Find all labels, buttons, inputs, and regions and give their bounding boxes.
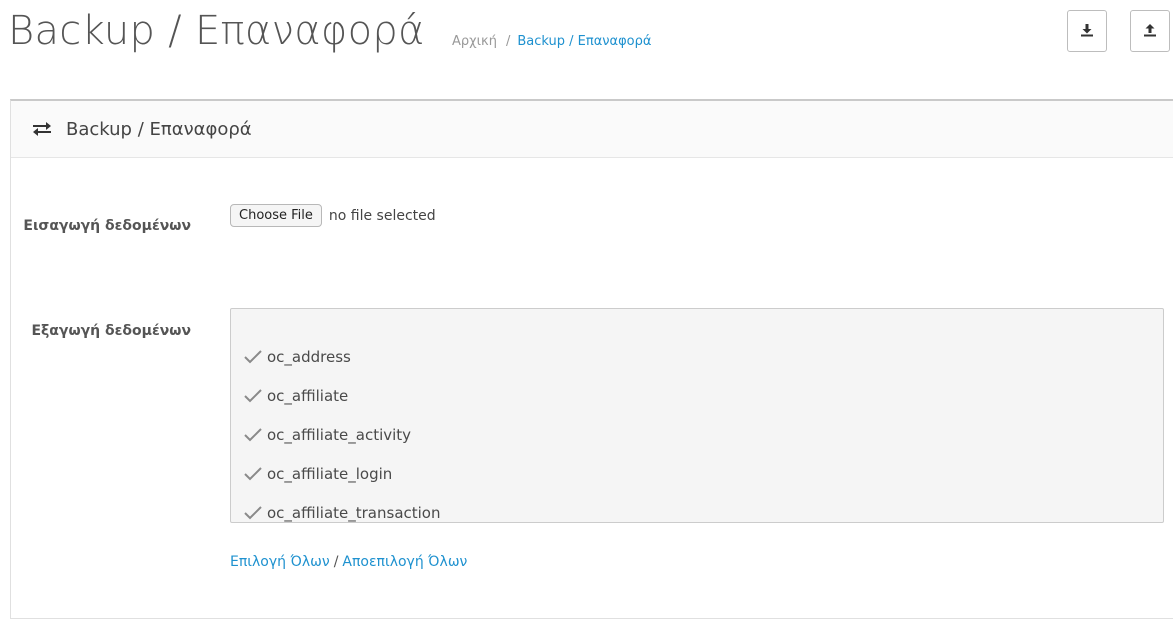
select-links: Επιλογή Όλων / Αποεπιλογή Όλων [230, 554, 467, 570]
import-button[interactable] [1130, 10, 1170, 52]
page-header: Backup / Επαναφορά Αρχική / Backup / Επανα… [0, 0, 1173, 80]
select-all-link[interactable]: Επιλογή Όλων [230, 554, 330, 570]
export-tables-list[interactable]: oc_address oc_affiliate oc_affiliate_act… [230, 308, 1164, 523]
export-item-label: oc_address [267, 347, 351, 366]
export-item-oc-affiliate-login[interactable]: oc_affiliate_login [244, 454, 1163, 493]
choose-file-button[interactable]: Choose File [230, 204, 322, 227]
export-item-oc-affiliate[interactable]: oc_affiliate [244, 376, 1163, 415]
unselect-all-link[interactable]: Αποεπιλογή Όλων [342, 554, 467, 570]
backup-panel: Backup / Επαναφορά Εισαγωγή δεδομένων Ch… [10, 99, 1173, 619]
export-item-oc-address[interactable]: oc_address [244, 337, 1163, 376]
import-data-label: Εισαγωγή δεδομένων [23, 218, 191, 234]
export-data-label: Εξαγωγή δεδομένων [31, 323, 191, 339]
file-status-text: no file selected [328, 207, 436, 224]
upload-icon [1143, 22, 1157, 41]
export-item-label: oc_affiliate [267, 386, 349, 405]
checkmark-icon[interactable] [244, 388, 266, 403]
checkmark-icon[interactable] [244, 505, 266, 520]
breadcrumb-home-link[interactable]: Αρχική [452, 34, 497, 49]
checkmark-icon[interactable] [244, 427, 266, 442]
export-item-label: oc_affiliate_login [267, 464, 393, 483]
breadcrumb-separator: / [505, 34, 511, 49]
export-item-label: oc_affiliate_activity [267, 425, 412, 444]
checkmark-icon[interactable] [244, 349, 266, 364]
export-button[interactable] [1067, 10, 1107, 52]
links-separator: / [333, 554, 339, 570]
page-title: Backup / Επαναφορά [8, 8, 425, 54]
export-item-oc-affiliate-activity[interactable]: oc_affiliate_activity [244, 415, 1163, 454]
checkmark-icon[interactable] [244, 466, 266, 481]
panel-heading: Backup / Επαναφορά [11, 101, 1173, 158]
export-item-oc-affiliate-transaction[interactable]: oc_affiliate_transaction [244, 493, 1163, 522]
breadcrumb: Αρχική / Backup / Επαναφορά [452, 34, 651, 49]
export-item-label: oc_affiliate_transaction [267, 503, 441, 522]
exchange-icon [32, 122, 52, 136]
panel-title: Backup / Επαναφορά [66, 118, 252, 140]
file-input: Choose File no file selected [230, 204, 436, 227]
breadcrumb-current-link[interactable]: Backup / Επαναφορά [517, 34, 651, 49]
download-icon [1080, 22, 1094, 41]
